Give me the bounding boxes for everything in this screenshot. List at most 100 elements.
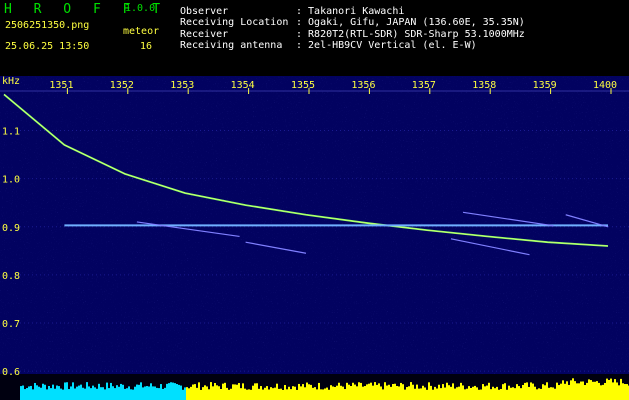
- level-bar: [400, 382, 402, 400]
- level-bar: [512, 387, 514, 400]
- level-bar: [262, 389, 264, 400]
- level-bar: [228, 389, 230, 400]
- level-bar: [264, 387, 266, 400]
- level-bar: [104, 389, 106, 400]
- level-bar: [326, 387, 328, 400]
- level-bar: [426, 389, 428, 400]
- level-bar: [526, 382, 528, 400]
- level-bar: [620, 378, 622, 400]
- level-bar: [154, 386, 156, 400]
- level-bar: [428, 382, 430, 400]
- level-bar: [72, 382, 74, 400]
- level-bar: [38, 386, 40, 400]
- level-bar: [318, 382, 320, 400]
- level-bar: [562, 380, 564, 400]
- level-bar: [334, 386, 336, 400]
- level-bar: [528, 386, 530, 400]
- level-bar: [210, 382, 212, 400]
- level-bar: [622, 383, 624, 400]
- level-bar: [270, 387, 272, 400]
- level-bar: [626, 384, 628, 400]
- level-bar: [360, 382, 362, 400]
- level-bar: [242, 383, 244, 400]
- level-bar: [442, 384, 444, 400]
- level-bar: [374, 382, 376, 400]
- y-tick-label: 0.6: [2, 367, 20, 378]
- level-bar: [416, 384, 418, 400]
- level-bar: [488, 382, 490, 400]
- level-bar: [214, 383, 216, 400]
- level-bar: [98, 383, 100, 400]
- level-bar: [236, 384, 238, 400]
- level-bar: [500, 388, 502, 400]
- x-tick-label: 1355: [291, 80, 315, 91]
- level-bar: [432, 389, 434, 400]
- receiver-label: Receiver: [180, 29, 229, 40]
- level-bar: [206, 386, 208, 400]
- level-bar: [402, 384, 404, 400]
- level-bar: [230, 388, 232, 400]
- level-bar: [42, 383, 44, 400]
- level-bar: [356, 386, 358, 400]
- level-bar: [304, 387, 306, 400]
- level-bar: [90, 388, 92, 400]
- level-bar: [532, 383, 534, 400]
- level-bar: [82, 387, 84, 400]
- level-bar: [594, 381, 596, 400]
- level-bar: [530, 382, 532, 400]
- level-bar: [370, 382, 372, 400]
- level-bar: [584, 385, 586, 400]
- level-bar: [288, 386, 290, 400]
- level-bar: [162, 388, 164, 400]
- level-bar: [546, 382, 548, 400]
- level-bar: [394, 383, 396, 400]
- level-bar: [436, 388, 438, 400]
- level-bar: [540, 388, 542, 400]
- level-bar: [310, 384, 312, 400]
- level-bar: [450, 386, 452, 400]
- level-bar: [422, 385, 424, 400]
- level-bar: [510, 387, 512, 400]
- level-bar: [508, 385, 510, 400]
- level-bar: [276, 383, 278, 400]
- level-bar: [212, 386, 214, 400]
- level-bar: [516, 384, 518, 400]
- level-bar: [590, 380, 592, 400]
- level-bar: [404, 389, 406, 400]
- level-bar: [40, 387, 42, 400]
- level-bar: [74, 388, 76, 400]
- level-bar: [194, 384, 196, 400]
- level-bar: [460, 382, 462, 400]
- level-bar: [172, 382, 174, 400]
- level-bar: [574, 381, 576, 400]
- level-bar: [136, 384, 138, 400]
- level-bar: [506, 389, 508, 400]
- location-value: : Ogaki, Gifu, JAPAN (136.60E, 35.35N): [296, 17, 525, 28]
- level-bar: [368, 383, 370, 400]
- level-bar: [596, 381, 598, 400]
- level-bar: [224, 382, 226, 400]
- level-bar: [116, 385, 118, 400]
- level-bar: [150, 383, 152, 400]
- level-bar: [348, 384, 350, 400]
- level-bar: [182, 389, 184, 400]
- level-bar: [254, 383, 256, 400]
- level-bar: [110, 382, 112, 400]
- level-bar: [494, 388, 496, 400]
- level-bar: [78, 385, 80, 400]
- level-bar: [454, 388, 456, 400]
- level-bar: [238, 383, 240, 400]
- level-bar: [614, 379, 616, 400]
- level-bar: [126, 388, 128, 400]
- level-bar: [560, 383, 562, 400]
- level-bar: [130, 389, 132, 400]
- level-bar: [208, 389, 210, 400]
- level-bar: [240, 388, 242, 400]
- level-bar: [600, 385, 602, 400]
- y-tick-label: 1.0: [2, 175, 20, 186]
- level-bar: [448, 385, 450, 400]
- level-bar: [196, 387, 198, 400]
- level-bar: [602, 384, 604, 400]
- x-tick-label: 1357: [412, 80, 436, 91]
- level-bar: [278, 388, 280, 400]
